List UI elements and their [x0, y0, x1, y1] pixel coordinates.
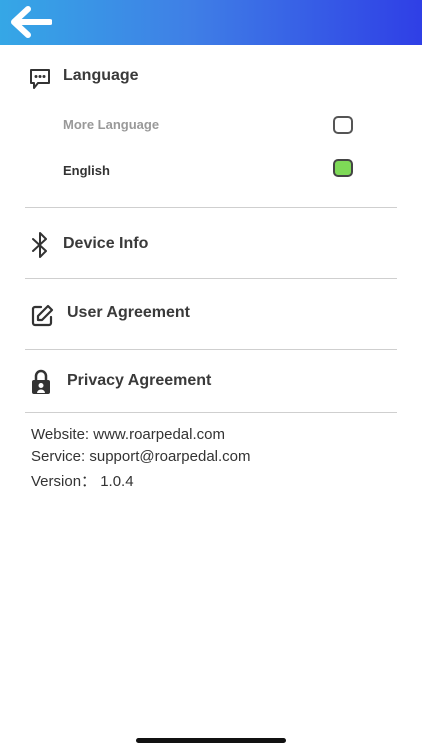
privacy-agreement-row[interactable]: Privacy Agreement	[0, 358, 422, 408]
lock-icon	[31, 369, 51, 400]
back-button[interactable]	[10, 6, 53, 38]
header-bar	[0, 0, 422, 45]
version-text: Version： 1.0.4	[31, 473, 134, 490]
language-option-label: More Language	[63, 117, 160, 132]
divider	[25, 412, 397, 413]
device-info-title: Device Info	[63, 235, 149, 252]
chat-bubble-icon	[28, 67, 52, 96]
english-checkbox[interactable]	[333, 159, 353, 177]
user-agreement-title: User Agreement	[67, 304, 191, 321]
privacy-agreement-title: Privacy Agreement	[67, 372, 212, 389]
language-title: Language	[63, 67, 139, 84]
edit-icon	[30, 304, 54, 333]
home-indicator	[136, 738, 286, 743]
service-text: Service: support@roarpedal.com	[31, 448, 251, 465]
divider	[25, 207, 397, 208]
device-info-row[interactable]: Device Info	[0, 220, 422, 270]
user-agreement-row[interactable]: User Agreement	[0, 290, 422, 340]
language-option-more[interactable]: More Language	[0, 108, 422, 144]
language-option-english[interactable]: English	[0, 153, 422, 189]
language-option-label: English	[63, 163, 110, 178]
more-language-checkbox[interactable]	[333, 116, 353, 134]
bluetooth-icon	[30, 232, 50, 263]
divider	[25, 349, 397, 350]
arrow-left-icon	[11, 6, 53, 38]
divider	[25, 278, 397, 279]
website-text: Website: www.roarpedal.com	[31, 426, 225, 443]
